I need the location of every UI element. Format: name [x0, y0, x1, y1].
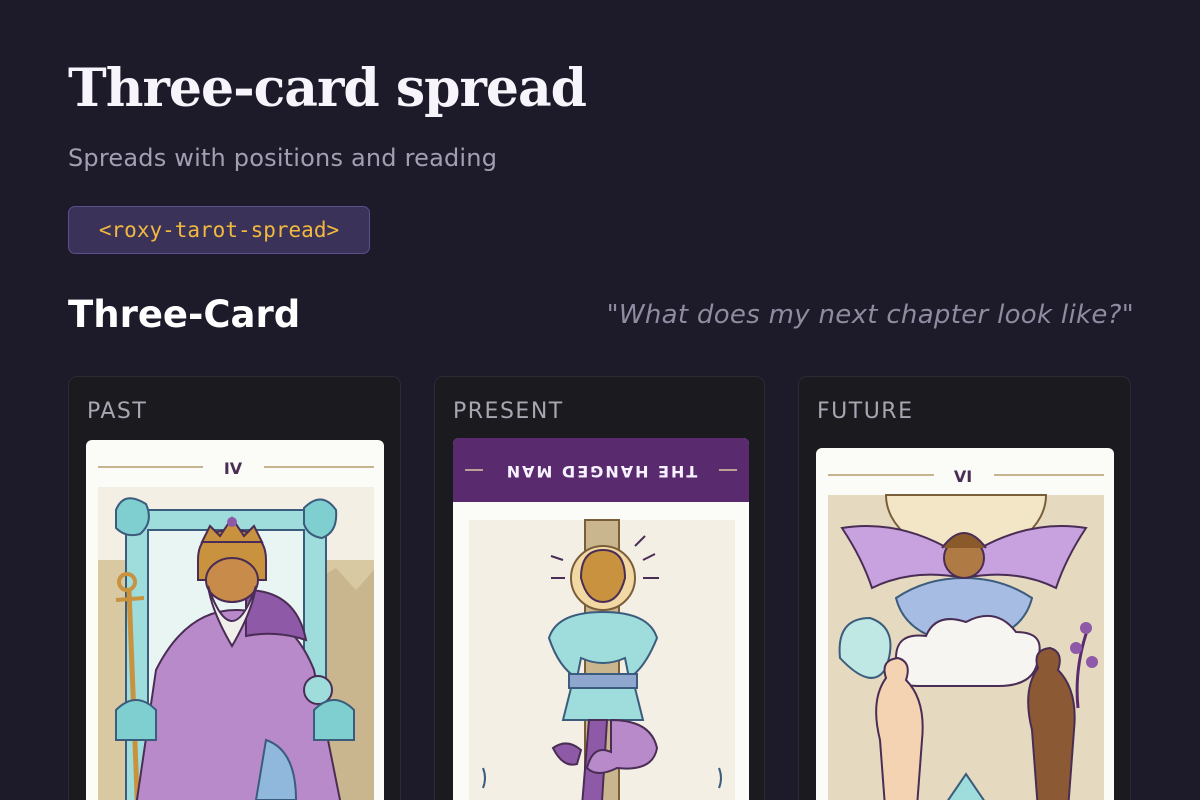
- page: Three-card spread Spreads with positions…: [0, 0, 1200, 800]
- card-name: THE HANGED MAN: [505, 462, 698, 481]
- component-tag: <roxy-tarot-spread>: [68, 206, 370, 254]
- emperor-illustration: IV: [98, 459, 374, 800]
- spread-title: Three-Card: [68, 293, 301, 336]
- position-label: PRESENT: [453, 399, 564, 424]
- position-panel-future: FUTURE VI: [798, 376, 1131, 800]
- hanged-man-illustration: THE HANGED MAN: [453, 438, 749, 800]
- page-title: Three-card spread: [68, 58, 587, 119]
- tarot-card-past[interactable]: IV: [86, 440, 384, 800]
- position-panel-past: PAST IV: [68, 376, 401, 800]
- lovers-illustration: VI: [828, 467, 1104, 800]
- tarot-card-future[interactable]: VI: [816, 448, 1114, 800]
- card-numeral: IV: [224, 459, 243, 478]
- position-label: FUTURE: [817, 399, 914, 424]
- position-label: PAST: [87, 399, 148, 424]
- card-numeral: VI: [954, 467, 972, 486]
- page-subtitle: Spreads with positions and reading: [68, 144, 498, 172]
- spread-question: "What does my next chapter look like?": [606, 300, 1134, 330]
- tarot-card-present[interactable]: THE HANGED MAN: [453, 438, 749, 800]
- position-panel-present: PRESENT THE HANGED MAN: [434, 376, 765, 800]
